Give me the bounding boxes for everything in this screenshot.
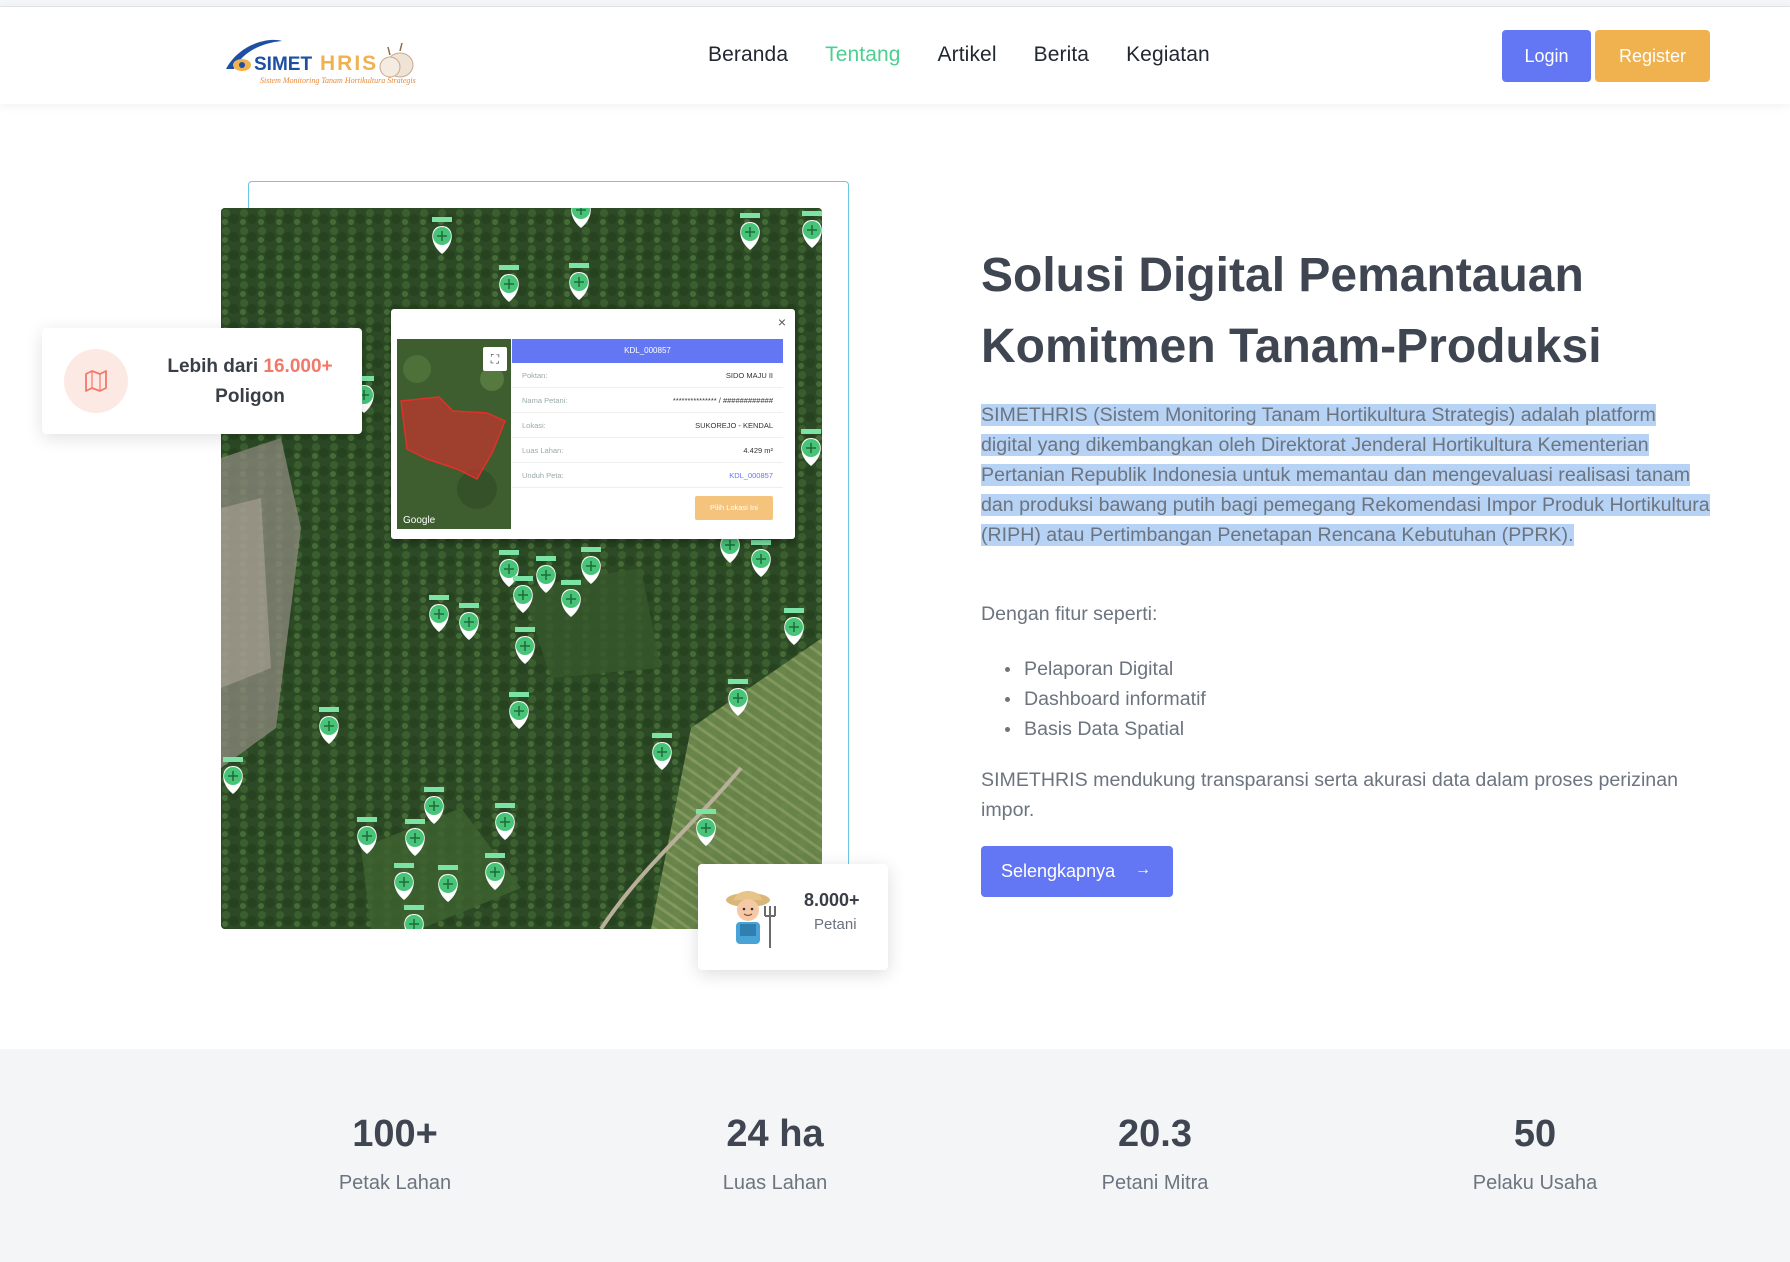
main-nav: Beranda Tentang Artikel Berita Kegiatan bbox=[708, 43, 1247, 67]
stat-label: Petak Lahan bbox=[338, 1172, 452, 1194]
polygon-count-card: Lebih dari 16.000+ Poligon bbox=[42, 328, 362, 434]
farmer-count-card: 8.000+ Petani bbox=[698, 864, 888, 970]
logo-tagline: Sistem Monitoring Tanam Hortikultura Str… bbox=[260, 76, 416, 85]
simethris-logo[interactable]: SIMET HRIS Sistem Monitoring Tanam Horti… bbox=[220, 29, 426, 87]
stat-label: Petani Mitra bbox=[1101, 1172, 1209, 1194]
polygon-count-value: 16.000+ bbox=[263, 356, 333, 377]
popup-row-nama-petani: Nama Petani: *************** / ##########… bbox=[512, 388, 783, 413]
nav-link-kegiatan[interactable]: Kegiatan bbox=[1126, 43, 1210, 67]
polygon-count-text: Lebih dari 16.000+ Poligon bbox=[167, 356, 333, 407]
popup-row-luas-lahan: Luas Lahan: 4.429 m² bbox=[512, 438, 783, 463]
register-button[interactable]: Register bbox=[1595, 30, 1710, 82]
expand-icon[interactable]: ⛶ bbox=[483, 347, 507, 371]
stat-value: 24 ha bbox=[726, 1113, 824, 1155]
read-more-label: Selengkapnya bbox=[1001, 861, 1116, 881]
stat-value: 20.3 bbox=[1118, 1113, 1192, 1155]
nav-link-beranda[interactable]: Beranda bbox=[708, 43, 788, 67]
stats-section: 100+ Petak Lahan 24 ha Luas Lahan 20.3 P… bbox=[0, 1049, 1790, 1262]
feature-list: Pelaporan Digital Dashboard informatif B… bbox=[1001, 654, 1206, 744]
stat-luas-lahan: 24 ha Luas Lahan bbox=[625, 1113, 925, 1195]
stat-value: 100+ bbox=[352, 1113, 438, 1155]
nav-link-artikel[interactable]: Artikel bbox=[938, 43, 997, 67]
hero-footer-text: SIMETHRIS mendukung transparansi serta a… bbox=[981, 769, 1679, 821]
features-intro: Dengan fitur seperti: bbox=[981, 603, 1158, 625]
arrow-right-icon: → bbox=[1135, 861, 1151, 878]
stat-value: 50 bbox=[1513, 1113, 1557, 1155]
hero-title: Solusi Digital Pemantauan Komitmen Tanam… bbox=[981, 249, 1602, 373]
nav-link-berita[interactable]: Berita bbox=[1034, 43, 1089, 67]
select-location-button[interactable]: Pilih Lokasi Ini bbox=[695, 496, 773, 520]
map-info-popup: × ⛶ Google KDL_000857 Poktan: SIDO MAJU I… bbox=[391, 309, 795, 539]
hero-description: SIMETHRIS (Sistem Monitoring Tanam Horti… bbox=[981, 400, 1711, 550]
farmer-count-value: 8.000+ bbox=[804, 890, 860, 910]
popup-row-unduh-peta: Unduh Peta: KDL_000857 bbox=[512, 463, 783, 488]
stat-petak-lahan: 100+ Petak Lahan bbox=[245, 1113, 545, 1195]
farmer-count-label: Petani bbox=[814, 916, 857, 933]
hero-description-text: SIMETHRIS (Sistem Monitoring Tanam Horti… bbox=[981, 404, 1710, 546]
parcel-thumbnail: ⛶ Google bbox=[397, 339, 511, 529]
logo-text-b: HRIS bbox=[320, 52, 378, 75]
logo-text-a: SIMET bbox=[254, 54, 312, 75]
feature-item: Basis Data Spatial bbox=[1001, 714, 1206, 744]
popup-title: KDL_000857 bbox=[512, 339, 783, 363]
feature-item: Pelaporan Digital bbox=[1001, 654, 1206, 684]
map-icon bbox=[64, 349, 128, 413]
popup-close-icon[interactable]: × bbox=[778, 314, 786, 330]
read-more-button[interactable]: Selengkapnya → bbox=[981, 846, 1173, 897]
nav-link-tentang[interactable]: Tentang bbox=[825, 43, 900, 67]
google-attribution: Google bbox=[403, 515, 436, 526]
stat-label: Luas Lahan bbox=[722, 1172, 828, 1194]
stat-pelaku-usaha: 50 Pelaku Usaha bbox=[1385, 1113, 1685, 1195]
logo-graphic: SIMET HRIS Sistem Monitoring Tanam Horti… bbox=[226, 39, 416, 85]
popup-row-poktan: Poktan: SIDO MAJU II bbox=[512, 363, 783, 388]
browser-top-strip bbox=[0, 0, 1790, 7]
navbar: SIMET HRIS Sistem Monitoring Tanam Horti… bbox=[0, 7, 1790, 104]
download-map-link[interactable]: KDL_000857 bbox=[729, 463, 773, 488]
farmer-avatar-icon bbox=[724, 886, 780, 950]
stat-petani-mitra: 20.3 Petani Mitra bbox=[1005, 1113, 1305, 1195]
feature-item: Dashboard informatif bbox=[1001, 684, 1206, 714]
stat-label: Pelaku Usaha bbox=[1472, 1172, 1598, 1194]
login-button[interactable]: Login bbox=[1502, 30, 1591, 82]
popup-row-lokasi: Lokasi: SUKOREJO - KENDAL bbox=[512, 413, 783, 438]
